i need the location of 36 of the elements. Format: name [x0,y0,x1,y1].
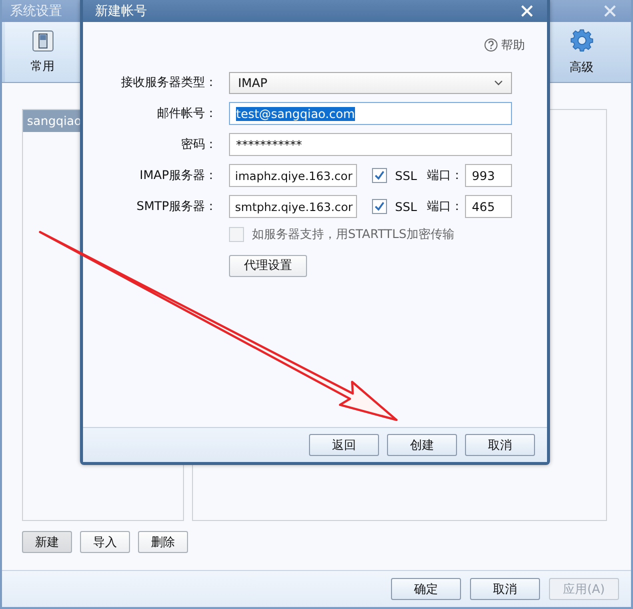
ssl-checkbox[interactable] [372,168,387,183]
field-label: SMTP服务器： [135,198,217,215]
list-button[interactable]: 新建 [22,531,72,553]
ssl-checkbox[interactable] [372,199,387,214]
dialog-button[interactable]: 创建 [387,434,457,456]
footer-button[interactable]: 确定 [391,578,461,600]
checkbox-label: SSL [395,168,417,182]
proxy-settings-button[interactable]: 代理设置 [229,254,307,276]
field-label: 端口： [426,198,463,215]
field-label: 邮件帐号： [156,105,217,122]
input-field[interactable]: 465 [464,195,512,218]
help-link[interactable]: 帮助 [484,35,525,55]
input-field[interactable]: 993 [464,164,512,187]
dialog-button[interactable]: 取消 [465,434,535,456]
input-field[interactable]: smtphz.qiye.163.cor [229,195,357,218]
input-field[interactable]: *********** [229,133,512,156]
dialog-button[interactable]: 返回 [309,434,379,456]
dialog-title: 新建帐号 [95,3,147,20]
chevron-down-icon [494,80,503,86]
help-icon [484,38,498,52]
list-button[interactable]: 删除 [138,531,188,553]
toolbar-tab[interactable]: 常用 [5,22,80,82]
list-button[interactable]: 导入 [80,531,130,553]
field-label: 接收服务器类型： [120,74,217,91]
input-field[interactable]: imaphz.qiye.163.cor [229,164,357,187]
input-field[interactable]: test@sangqiao.com [229,102,512,125]
checkbox-label: 如服务器支持，用STARTTLS加密传输 [252,226,454,242]
checkbox-label: SSL [395,200,417,214]
field-label: 密码： [180,136,217,153]
switch-icon [32,30,54,52]
server-type-dropdown[interactable]: IMAP [229,72,512,94]
field-label: 端口： [426,167,463,184]
footer-button[interactable]: 取消 [470,578,540,600]
field-label: IMAP服务器： [138,167,217,184]
window-title: 系统设置 [10,3,62,20]
gear-icon [570,28,594,52]
